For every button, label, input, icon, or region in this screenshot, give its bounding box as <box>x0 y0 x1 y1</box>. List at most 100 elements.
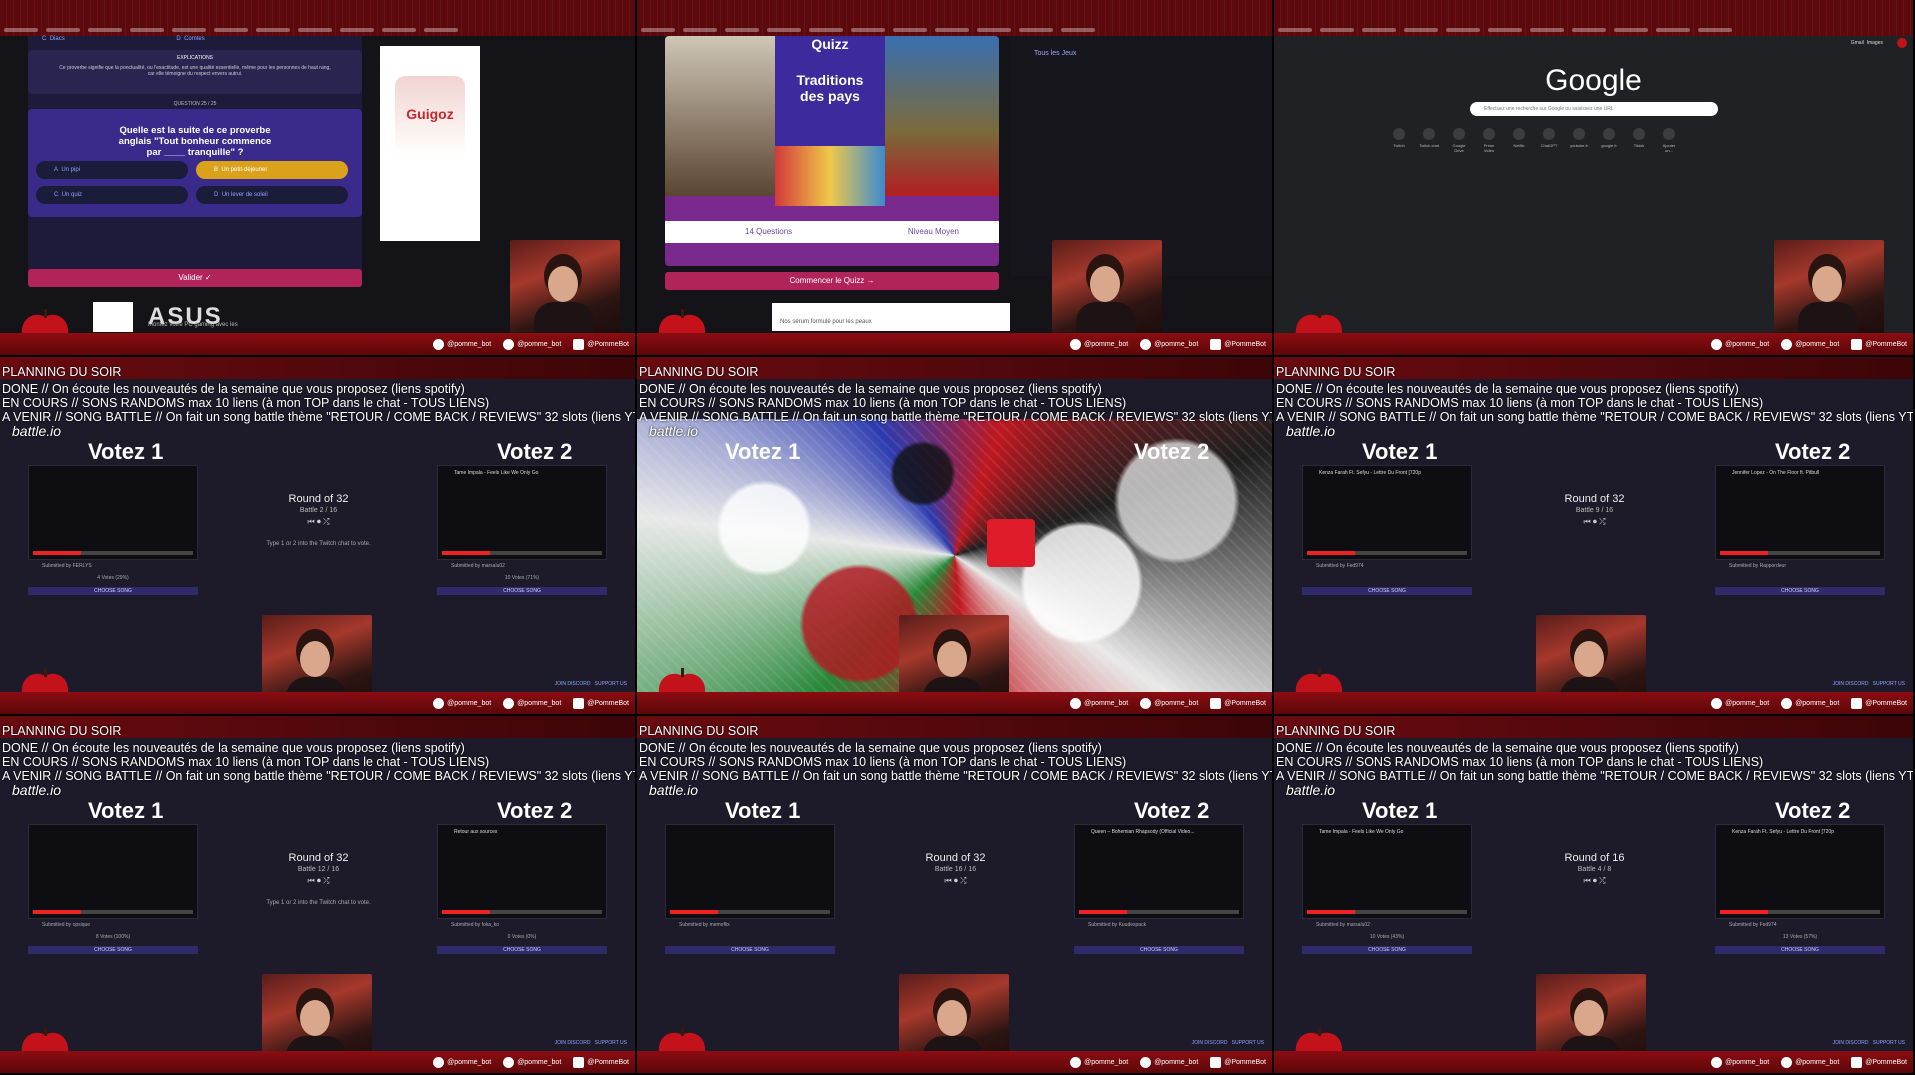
video-right[interactable]: Jennifer Lopez - On The Floor ft. Pitbul… <box>1715 465 1885 560</box>
playback-controls[interactable]: ⏮ ⏺ ⤮ <box>259 876 379 886</box>
choose-song-left-button[interactable]: CHOOSE SONG <box>1302 946 1472 954</box>
support-us-link[interactable]: SUPPORT US <box>1873 681 1905 687</box>
youtube-link[interactable]: @PommeBot <box>1851 697 1907 709</box>
start-quiz-button[interactable]: Commencer le Quizz → <box>665 272 999 290</box>
support-us-link[interactable]: SUPPORT US <box>1232 1040 1264 1046</box>
shortcut-add[interactable]: Ajouter un... <box>1659 128 1679 153</box>
tiktok-link[interactable]: @pomme_bot <box>433 1056 491 1068</box>
instagram-link[interactable]: @pomme_bot <box>1140 338 1198 350</box>
quiz-banner[interactable]: Quizz Traditions des pays 14 Questions N… <box>665 36 999 266</box>
vote-2-label: Votez 2 <box>1134 798 1210 823</box>
youtube-link[interactable]: @PommeBot <box>573 1056 629 1068</box>
instagram-link[interactable]: @pomme_bot <box>503 697 561 709</box>
tiktok-link[interactable]: @pomme_bot <box>1711 697 1769 709</box>
video-right[interactable]: Tame Impala - Feels Like We Only Go <box>437 465 607 560</box>
option-c[interactable]: C Un quiz <box>36 186 188 204</box>
shortcut-chatgpt[interactable]: ChatGPT <box>1539 128 1559 148</box>
choose-song-right-button[interactable]: CHOOSE SONG <box>1715 587 1885 595</box>
top-option-c[interactable]: C Diacs <box>42 36 65 42</box>
video-right[interactable]: Kenza Farah Ft. Sefyu - Lettre Du Front … <box>1715 824 1885 919</box>
video-right[interactable]: Retour aux sources <box>437 824 607 919</box>
support-us-link[interactable]: SUPPORT US <box>1873 1040 1905 1046</box>
video-left[interactable] <box>665 824 835 919</box>
choose-song-right-button[interactable]: CHOOSE SONG <box>1074 946 1244 954</box>
instagram-link[interactable]: @pomme_bot <box>1140 697 1198 709</box>
shortcut-drive[interactable]: Google Drive <box>1449 128 1469 153</box>
shortcut-prime[interactable]: Prime Vidéo <box>1479 128 1499 153</box>
tiktok-link[interactable]: @pomme_bot <box>433 338 491 350</box>
option-b[interactable]: B Un petit-déjeuner <box>196 161 348 179</box>
support-us-link[interactable]: SUPPORT US <box>595 681 627 687</box>
validate-button[interactable]: Valider ✓ <box>28 269 362 287</box>
video-left[interactable]: Tame Impala - Feels Like We Only Go <box>1302 824 1472 919</box>
instagram-icon <box>1781 1056 1793 1068</box>
choose-song-right-button[interactable]: CHOOSE SONG <box>437 587 607 595</box>
video-left[interactable]: Kenza Farah Ft. Sefyu - Lettre Du Front … <box>1302 465 1472 560</box>
youtube-link[interactable]: @PommeBot <box>1210 697 1266 709</box>
banner-image-left <box>665 36 775 196</box>
join-discord-link[interactable]: JOIN DISCORD <box>555 681 591 687</box>
ad-banner[interactable]: Nos sérum formulé pour les peaux <box>772 303 1010 331</box>
ad-thumb[interactable] <box>93 302 133 332</box>
choose-song-left-button[interactable]: CHOOSE SONG <box>1302 587 1472 595</box>
shortcut-youtube[interactable]: youtube.fr <box>1569 128 1589 148</box>
votes-left: 4 Votes (29%) <box>97 575 129 581</box>
choose-song-right-button[interactable]: CHOOSE SONG <box>1715 946 1885 954</box>
video-right[interactable]: Queen – Bohemian Rhapsody (Official Vide… <box>1074 824 1244 919</box>
youtube-link[interactable]: @PommeBot <box>1851 1056 1907 1068</box>
browser-tabstrip[interactable] <box>637 0 1272 36</box>
top-option-d[interactable]: D Comtes <box>176 36 204 42</box>
planning-a-venir: A VENIR // SONG BATTLE // On fait un son… <box>639 410 1274 424</box>
instagram-link[interactable]: @pomme_bot <box>1781 1056 1839 1068</box>
support-us-link[interactable]: SUPPORT US <box>595 1040 627 1046</box>
video-left[interactable] <box>28 465 198 560</box>
choose-song-left-button[interactable]: CHOOSE SONG <box>665 946 835 954</box>
tiktok-link[interactable]: @pomme_bot <box>1070 1056 1128 1068</box>
tiktok-link[interactable]: @pomme_bot <box>1711 338 1769 350</box>
search-input[interactable]: Effectuez une recherche sur Google ou sa… <box>1470 102 1718 116</box>
youtube-link[interactable]: @PommeBot <box>1210 1056 1266 1068</box>
choose-song-left-button[interactable]: CHOOSE SONG <box>28 946 198 954</box>
join-discord-link[interactable]: JOIN DISCORD <box>1833 1040 1869 1046</box>
avatar[interactable] <box>1897 38 1907 48</box>
tiktok-link[interactable]: @pomme_bot <box>1711 1056 1769 1068</box>
option-a[interactable]: A Un pipi <box>36 161 188 179</box>
join-discord-link[interactable]: JOIN DISCORD <box>555 1040 591 1046</box>
youtube-link[interactable]: @PommeBot <box>1851 338 1907 350</box>
youtube-link[interactable]: @PommeBot <box>1210 338 1266 350</box>
youtube-link[interactable]: @PommeBot <box>573 697 629 709</box>
tiktok-link[interactable]: @pomme_bot <box>1070 697 1128 709</box>
instagram-link[interactable]: @pomme_bot <box>503 338 561 350</box>
browser-tabstrip[interactable] <box>0 0 635 36</box>
site-name: battle.io <box>649 782 699 798</box>
join-discord-link[interactable]: JOIN DISCORD <box>1192 1040 1228 1046</box>
cell-battle: PLANNING DU SOIR DONE // On écoute les n… <box>0 716 637 1075</box>
shortcut-tiktok[interactable]: Tiktok <box>1629 128 1649 148</box>
instagram-link[interactable]: @pomme_bot <box>503 1056 561 1068</box>
video-left[interactable] <box>28 824 198 919</box>
choose-song-left-button[interactable]: CHOOSE SONG <box>28 587 198 595</box>
gmail-link[interactable]: Gmail <box>1851 40 1864 46</box>
choose-song-right-button[interactable]: CHOOSE SONG <box>437 946 607 954</box>
shortcut-google[interactable]: google.fr <box>1599 128 1619 148</box>
tiktok-link[interactable]: @pomme_bot <box>1070 338 1128 350</box>
join-discord-link[interactable]: JOIN DISCORD <box>1833 681 1869 687</box>
instagram-link[interactable]: @pomme_bot <box>1781 338 1839 350</box>
playback-controls[interactable]: ⏮ ⏺ ⤮ <box>259 517 379 527</box>
shortcut-twitch-chat[interactable]: Twitch chat <box>1419 128 1439 148</box>
playback-controls[interactable]: ⏮ ⏺ ⤮ <box>896 876 1016 886</box>
planning-en-cours: EN COURS // SONS RANDOMS max 10 liens (à… <box>1276 755 1764 769</box>
ad-guigoz[interactable]: Guigoz <box>380 46 480 241</box>
shortcut-twitch[interactable]: Twitch <box>1389 128 1409 148</box>
images-link[interactable]: Images <box>1867 40 1883 46</box>
instagram-link[interactable]: @pomme_bot <box>1140 1056 1198 1068</box>
playback-controls[interactable]: ⏮ ⏺ ⤮ <box>1535 517 1655 527</box>
youtube-link[interactable]: @PommeBot <box>573 338 629 350</box>
site-name: battle.io <box>1286 423 1336 439</box>
shortcut-netflix[interactable]: Netflix <box>1509 128 1529 148</box>
browser-tabstrip[interactable] <box>1274 0 1913 36</box>
tiktok-link[interactable]: @pomme_bot <box>433 697 491 709</box>
option-d[interactable]: D Un lever de soleil <box>196 186 348 204</box>
instagram-link[interactable]: @pomme_bot <box>1781 697 1839 709</box>
playback-controls[interactable]: ⏮ ⏺ ⤮ <box>1535 876 1655 886</box>
